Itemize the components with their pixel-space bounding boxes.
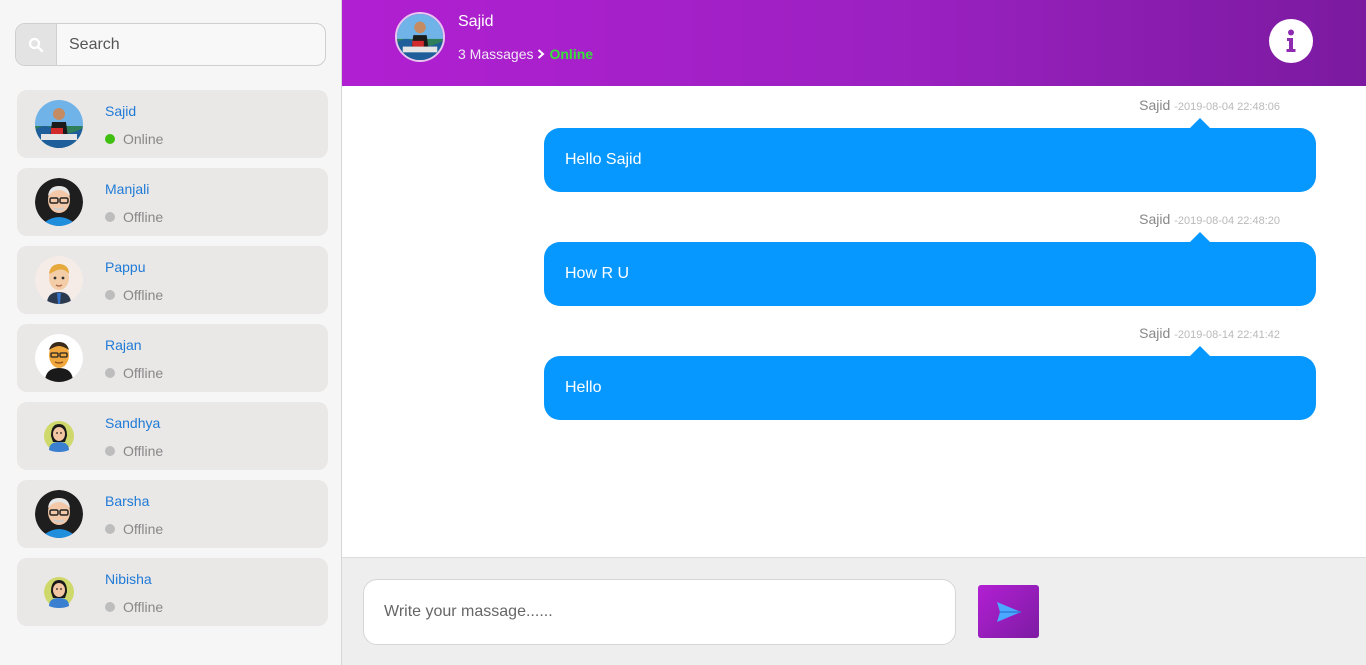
chat-status: Online (549, 46, 594, 62)
chat-contact-name: Sajid (458, 13, 494, 30)
contact-item[interactable]: Barsha Offline (17, 480, 328, 548)
contact-status: Offline (105, 365, 163, 381)
contact-name: Barsha (105, 493, 150, 509)
contact-status-text: Online (123, 131, 164, 147)
photo-avatar-icon (35, 100, 83, 148)
contact-name: Manjali (105, 181, 150, 197)
status-dot (105, 212, 115, 222)
search-button[interactable] (16, 24, 57, 65)
contact-status: Offline (105, 209, 163, 225)
sidebar: Sajid Online Manjali (0, 0, 342, 665)
contact-item[interactable]: Nibisha Offline (17, 558, 328, 626)
message-bubble: Hello (544, 346, 1316, 420)
bald-man-avatar-icon (35, 334, 83, 382)
contact-status-text: Offline (123, 521, 164, 537)
avatar[interactable] (395, 12, 445, 62)
avatar (35, 412, 83, 460)
woman-avatar-icon (44, 421, 74, 452)
chat-header: Sajid 3 Massages Online (342, 0, 1366, 86)
message-bubble: Hello Sajid (544, 118, 1316, 192)
contact-list: Sajid Online Manjali Offline Pappu Offli… (17, 90, 328, 636)
contact-status: Offline (105, 599, 163, 615)
status-dot (105, 368, 115, 378)
chat-subtitle: 3 Massages Online (458, 46, 593, 62)
message-time: -2019-08-14 22:41:42 (1174, 329, 1280, 341)
contact-item[interactable]: Sajid Online (17, 90, 328, 158)
message-time: -2019-08-04 22:48:20 (1174, 215, 1280, 227)
contact-item[interactable]: Sandhya Offline (17, 402, 328, 470)
message-text: How R U (565, 265, 630, 282)
send-icon (996, 601, 1021, 622)
status-dot (105, 524, 115, 534)
message-text: Hello Sajid (565, 151, 642, 168)
message-sender: Sajid (1139, 325, 1171, 341)
avatar (35, 178, 83, 226)
contact-name: Sajid (105, 103, 137, 119)
status-dot (105, 446, 115, 456)
contact-item[interactable]: Pappu Offline (17, 246, 328, 314)
contact-name: Pappu (105, 259, 146, 275)
chevron-right-icon (537, 49, 545, 59)
contact-status-text: Offline (123, 599, 164, 615)
status-dot (105, 602, 115, 612)
contact-status: Online (105, 131, 163, 147)
search-box (15, 23, 326, 66)
message-meta: Sajid -2019-08-04 22:48:20 (1139, 211, 1280, 227)
contact-item[interactable]: Rajan Offline (17, 324, 328, 392)
status-dot (105, 134, 115, 144)
contact-status-text: Offline (123, 287, 164, 303)
message-meta: Sajid -2019-08-14 22:41:42 (1139, 325, 1280, 341)
search-input[interactable] (57, 24, 325, 65)
avatar (35, 100, 83, 148)
blond-man-avatar-icon (35, 256, 83, 304)
contact-status: Offline (105, 443, 163, 459)
search-icon (28, 37, 44, 52)
info-button[interactable] (1269, 19, 1313, 63)
avatar (35, 490, 83, 538)
contact-status: Offline (105, 287, 163, 303)
avatar (35, 256, 83, 304)
contact-name: Sandhya (105, 415, 161, 431)
contact-name: Nibisha (105, 571, 152, 587)
info-icon (1286, 29, 1296, 52)
woman-avatar-icon (44, 577, 74, 608)
message-meta: Sajid -2019-08-04 22:48:06 (1139, 97, 1280, 113)
message-time: -2019-08-04 22:48:06 (1174, 101, 1280, 113)
send-button[interactable] (978, 585, 1039, 638)
contact-status-text: Offline (123, 209, 164, 225)
contact-status-text: Offline (123, 443, 164, 459)
contact-status: Offline (105, 521, 163, 537)
message-text: Hello (565, 379, 602, 396)
message-input[interactable] (363, 579, 956, 645)
contact-item[interactable]: Manjali Offline (17, 168, 328, 236)
old-man-avatar-icon (35, 178, 83, 226)
message-sender: Sajid (1139, 97, 1171, 113)
contact-status-text: Offline (123, 365, 164, 381)
avatar (35, 568, 83, 616)
status-dot (105, 290, 115, 300)
avatar (35, 334, 83, 382)
contact-name: Rajan (105, 337, 142, 353)
message-bubble: How R U (544, 232, 1316, 306)
photo-avatar-icon (397, 14, 443, 60)
message-count: 3 Massages (458, 46, 534, 62)
message-sender: Sajid (1139, 211, 1171, 227)
old-man-avatar-icon (35, 490, 83, 538)
composer (342, 557, 1366, 665)
message-area: Sajid -2019-08-04 22:48:06 Hello Sajid S… (342, 86, 1366, 557)
